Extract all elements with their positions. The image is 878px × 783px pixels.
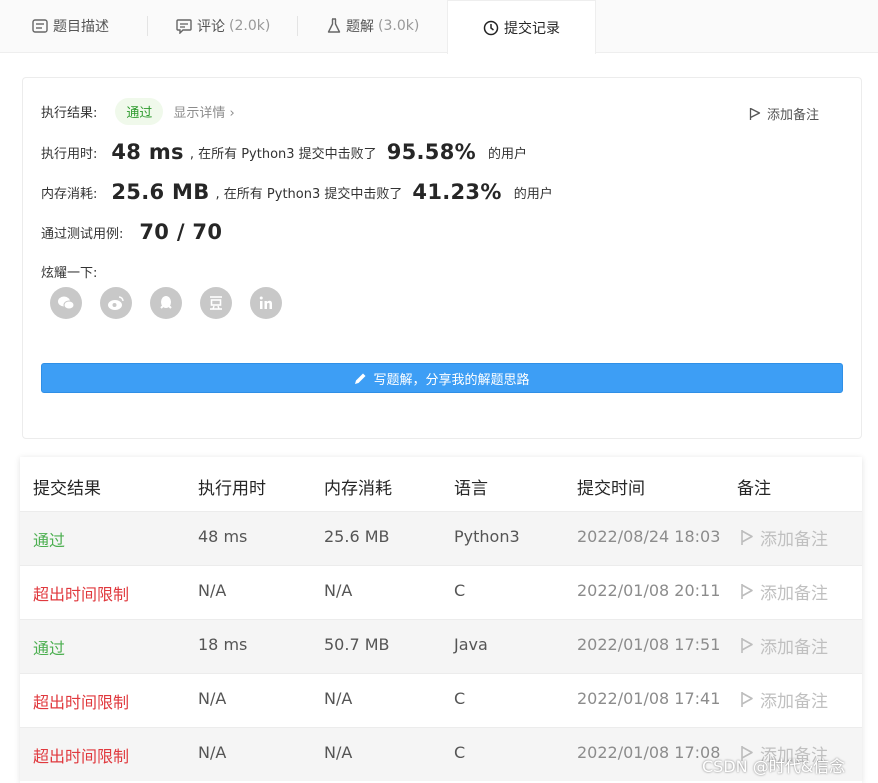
tab-label: 题目描述 <box>53 19 109 35</box>
linkedin-icon[interactable] <box>250 287 282 319</box>
memory-text: , 在所有 Python3 提交中击败了 <box>215 186 403 202</box>
memory-label: 内存消耗: <box>41 186 98 202</box>
result-card: 执行结果: 通过 显示详情 › 添加备注 执行用时: 48 ms , 在所有 P… <box>22 77 862 439</box>
add-note-button[interactable]: 添加备注 <box>740 633 828 658</box>
flag-icon <box>741 584 753 599</box>
result-cell[interactable]: 通过 <box>33 527 65 551</box>
add-note-label: 添加备注 <box>760 530 828 550</box>
memory-cell: N/A <box>324 581 353 600</box>
add-note-label: 添加备注 <box>760 638 828 658</box>
add-note-label: 添加备注 <box>767 108 820 123</box>
runtime-cell: N/A <box>198 581 227 600</box>
runtime-cell: N/A <box>198 689 227 708</box>
qq-icon[interactable] <box>150 287 182 319</box>
add-note-button[interactable]: 添加备注 <box>740 579 828 604</box>
runtime-text: , 在所有 Python3 提交中击败了 <box>189 146 377 162</box>
wechat-icon[interactable] <box>50 287 82 319</box>
time-cell: 2022/01/08 17:08 <box>577 743 721 762</box>
description-icon <box>32 19 48 33</box>
add-note-button[interactable]: 添加备注 <box>740 525 828 550</box>
write-solution-button[interactable]: 写题解，分享我的解题思路 <box>41 363 843 393</box>
write-solution-label: 写题解，分享我的解题思路 <box>373 372 530 388</box>
time-cell: 2022/01/08 20:11 <box>577 581 721 600</box>
tab-label: 题解 <box>346 19 374 35</box>
memory-percent: 41.23% <box>412 180 502 204</box>
flag-icon <box>741 692 753 707</box>
runtime-suffix: 的用户 <box>487 146 527 162</box>
table-header: 提交结果 执行用时 内存消耗 语言 提交时间 备注 <box>20 457 862 511</box>
result-cell[interactable]: 通过 <box>33 635 65 659</box>
table-row[interactable]: 超出时间限制 N/A N/A C 2022/01/08 20:11 添加备注 <box>20 565 862 619</box>
memory-value: 25.6 MB <box>111 180 210 204</box>
flag-icon <box>749 107 761 120</box>
language-cell: Java <box>454 635 488 654</box>
tab-divider <box>297 16 298 36</box>
runtime-cell: 48 ms <box>198 527 248 546</box>
result-cell[interactable]: 超出时间限制 <box>33 743 129 767</box>
table-row[interactable]: 超出时间限制 N/A N/A C 2022/01/08 17:41 添加备注 <box>20 673 862 727</box>
share-label: 炫耀一下: <box>41 266 98 281</box>
flag-icon <box>741 638 753 653</box>
add-note-label: 添加备注 <box>760 692 828 712</box>
language-cell: C <box>454 689 466 708</box>
add-note-button[interactable]: 添加备注 <box>749 104 819 123</box>
time-cell: 2022/01/08 17:41 <box>577 689 721 708</box>
tab-bar: 题目描述 评论 (2.0k) 题解 (3.0k) 提交记录 <box>0 0 878 54</box>
tab-submissions[interactable]: 提交记录 <box>447 0 596 54</box>
column-header: 提交时间 <box>577 479 645 499</box>
memory-cell: 25.6 MB <box>324 527 390 546</box>
memory-cell: N/A <box>324 689 353 708</box>
clock-icon <box>483 20 499 36</box>
tab-comments[interactable]: 评论 (2.0k) <box>176 0 270 52</box>
runtime-percent: 95.58% <box>386 140 476 164</box>
language-cell: Python3 <box>454 527 520 546</box>
weibo-icon[interactable] <box>100 287 132 319</box>
table-row[interactable]: 通过 48 ms 25.6 MB Python3 2022/08/24 18:0… <box>20 511 862 565</box>
watermark: CSDN @时代&信念 <box>702 757 846 776</box>
memory-cell: N/A <box>324 743 353 762</box>
result-cell[interactable]: 超出时间限制 <box>33 689 129 713</box>
douban-icon[interactable] <box>200 287 232 319</box>
show-details-link[interactable]: 显示详情 › <box>173 102 234 121</box>
column-header: 语言 <box>454 479 488 499</box>
pencil-icon <box>355 373 366 384</box>
tab-description[interactable]: 题目描述 <box>32 0 109 52</box>
table-row[interactable]: 通过 18 ms 50.7 MB Java 2022/01/08 17:51 添… <box>20 619 862 673</box>
language-cell: C <box>454 743 466 762</box>
add-note-label: 添加备注 <box>760 584 828 604</box>
tab-divider <box>147 16 148 36</box>
tab-solutions[interactable]: 题解 (3.0k) <box>327 0 419 52</box>
status-badge: 通过 <box>115 98 164 125</box>
tab-label: 评论 <box>197 19 225 35</box>
tests-value: 70 / 70 <box>139 220 223 244</box>
result-label: 执行结果: <box>41 106 98 121</box>
time-cell: 2022/01/08 17:51 <box>577 635 721 654</box>
comment-icon <box>176 18 192 34</box>
tab-label: 提交记录 <box>504 20 560 37</box>
column-header: 备注 <box>737 479 771 499</box>
flask-icon <box>327 18 341 34</box>
runtime-label: 执行用时: <box>41 146 98 162</box>
time-cell: 2022/08/24 18:03 <box>577 527 721 546</box>
memory-suffix: 的用户 <box>513 186 553 202</box>
memory-cell: 50.7 MB <box>324 635 390 654</box>
runtime-cell: N/A <box>198 743 227 762</box>
column-header: 提交结果 <box>33 479 101 499</box>
flag-icon <box>741 530 753 545</box>
column-header: 内存消耗 <box>324 479 392 499</box>
add-note-button[interactable]: 添加备注 <box>740 687 828 712</box>
tests-label: 通过测试用例: <box>41 226 124 242</box>
tab-count: (3.0k) <box>378 18 420 34</box>
runtime-cell: 18 ms <box>198 635 248 654</box>
column-header: 执行用时 <box>198 479 266 499</box>
result-cell[interactable]: 超出时间限制 <box>33 581 129 605</box>
submissions-table: 提交结果 执行用时 内存消耗 语言 提交时间 备注 通过 48 ms 25.6 … <box>20 457 862 783</box>
language-cell: C <box>454 581 466 600</box>
runtime-value: 48 ms <box>111 140 184 164</box>
tab-count: (2.0k) <box>229 18 271 34</box>
